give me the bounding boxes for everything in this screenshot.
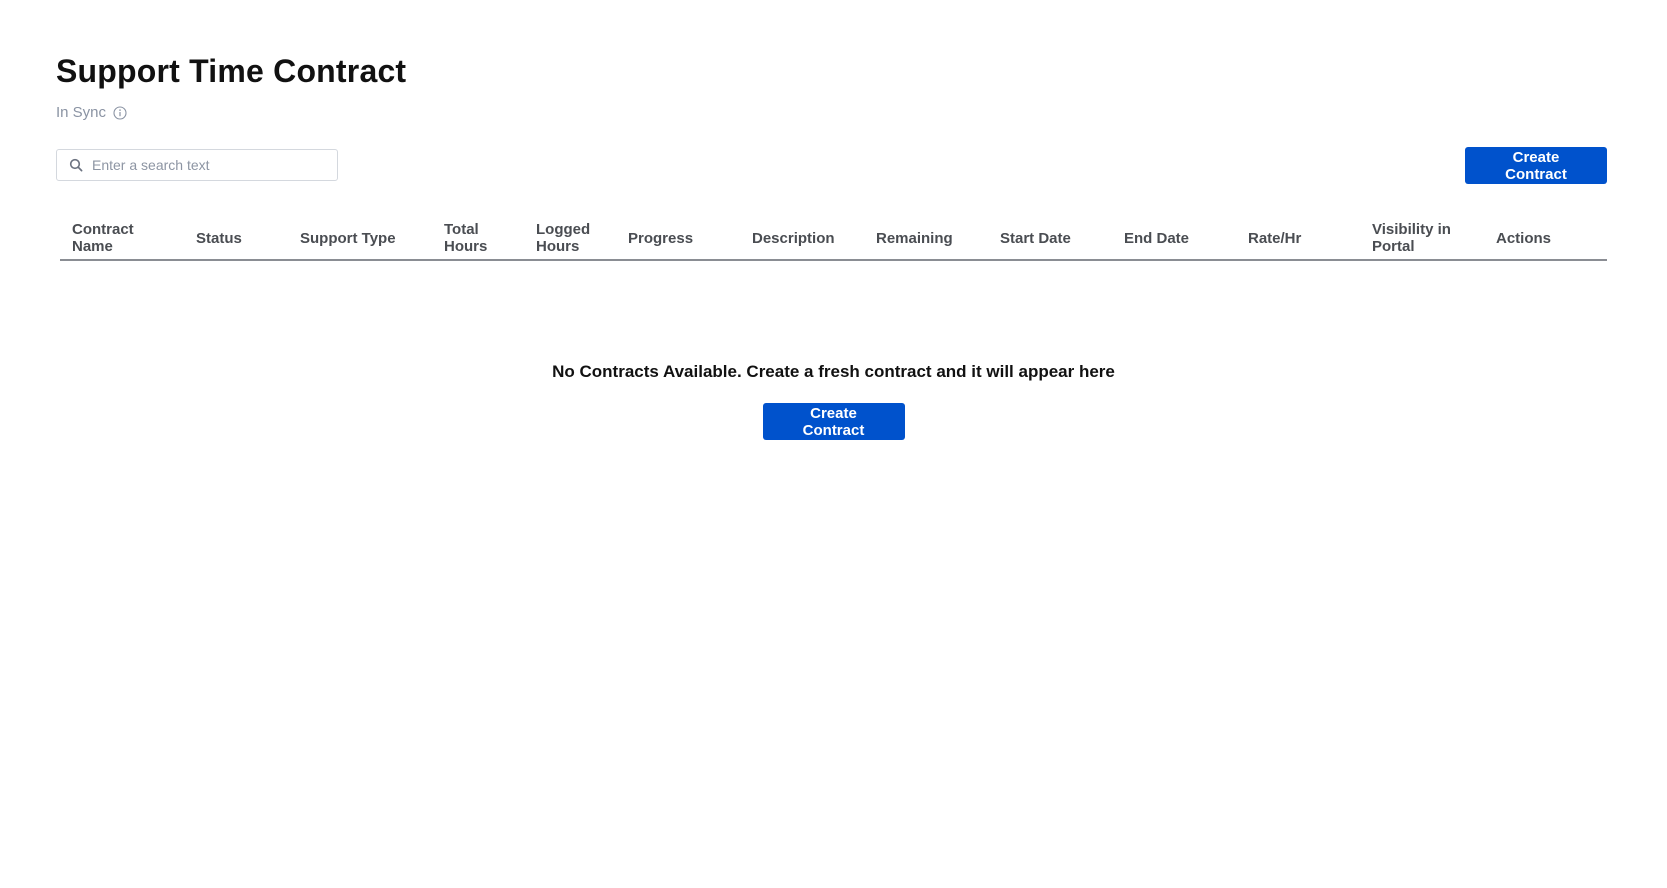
column-header-contract-name[interactable]: Contract Name [60, 221, 184, 255]
empty-state: No Contracts Available. Create a fresh c… [0, 361, 1667, 440]
column-header-start-date[interactable]: Start Date [988, 230, 1112, 247]
column-header-actions: Actions [1496, 229, 1552, 247]
column-header-visibility-in-portal[interactable]: Visibility in Portal [1360, 221, 1484, 255]
empty-state-create-contract-button[interactable]: Create Contract [762, 403, 905, 440]
contracts-table: Contract Name Status Support Type Total … [60, 218, 1607, 261]
column-header-end-date[interactable]: End Date [1112, 230, 1236, 247]
search-icon [69, 158, 83, 172]
table-header-row: Contract Name Status Support Type Total … [60, 218, 1607, 261]
column-header-description[interactable]: Description [740, 230, 864, 247]
info-icon[interactable] [113, 105, 127, 120]
column-header-status[interactable]: Status [184, 230, 288, 247]
toolbar: Create Contract [56, 147, 1607, 186]
column-header-total-hours[interactable]: Total Hours [432, 221, 524, 255]
column-header-support-type[interactable]: Support Type [288, 230, 432, 247]
empty-state-message: No Contracts Available. Create a fresh c… [552, 362, 1115, 381]
column-header-rate-hr[interactable]: Rate/Hr [1236, 230, 1360, 247]
search-box[interactable] [56, 149, 338, 181]
create-contract-button[interactable]: Create Contract [1465, 147, 1607, 184]
sync-status: In Sync [56, 104, 406, 121]
page-title: Support Time Contract [56, 53, 407, 89]
page: Support Time Contract In Sync Create [0, 0, 1667, 888]
page-header: Support Time Contract In Sync [56, 52, 406, 121]
column-header-progress[interactable]: Progress [616, 230, 740, 247]
search-input[interactable] [92, 157, 332, 173]
column-header-logged-hours[interactable]: Logged Hours [524, 221, 616, 255]
column-header-remaining[interactable]: Remaining [864, 230, 988, 247]
sync-status-label: In Sync [56, 104, 107, 121]
